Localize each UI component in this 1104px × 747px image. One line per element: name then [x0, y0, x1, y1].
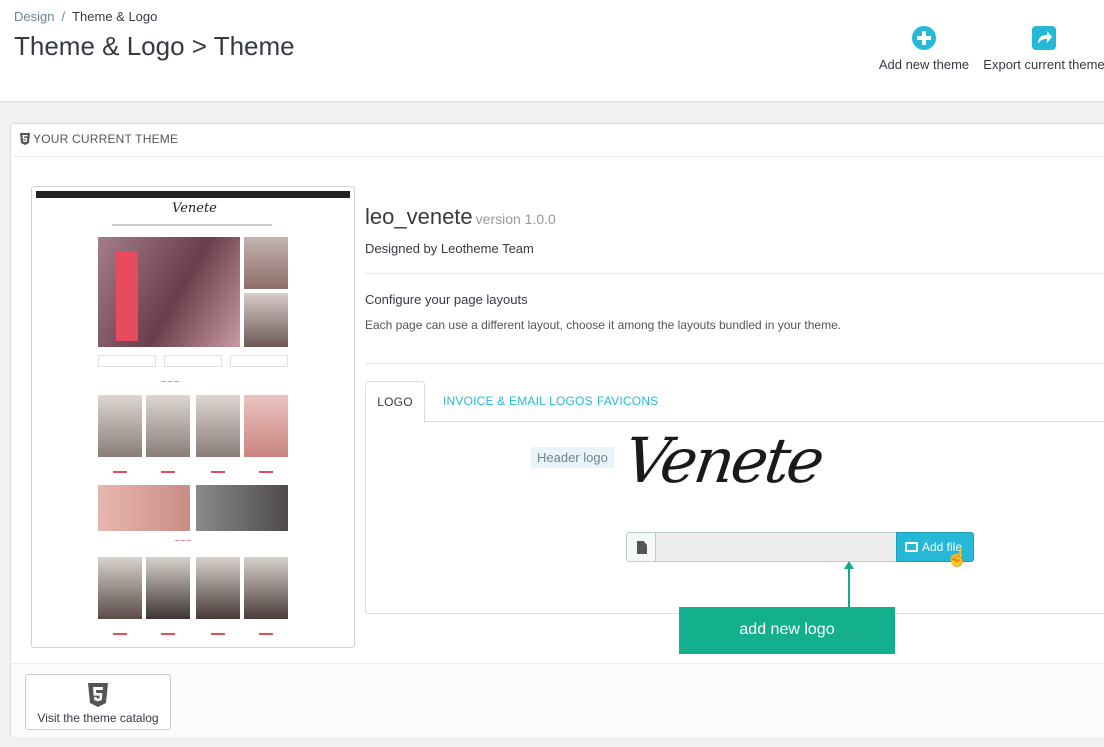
breadcrumb-separator: /	[61, 9, 66, 24]
panel-footer: Visit the theme catalog	[11, 663, 1104, 737]
theme-name: leo_venete version 1.0.0	[365, 204, 556, 230]
preview-product	[244, 395, 288, 457]
page-header: Design / Theme & Logo Theme & Logo > Theme…	[0, 0, 1104, 102]
layouts-description: Each page can use a different layout, ch…	[365, 318, 842, 332]
preview-feature-strip	[164, 355, 222, 367]
folder-open-icon	[905, 542, 918, 552]
preview-price	[211, 471, 225, 473]
preview-section-title: ~~~	[174, 537, 192, 545]
breadcrumb: Design / Theme & Logo	[14, 9, 157, 24]
page-title: Theme & Logo > Theme	[14, 31, 295, 61]
tab-favicons[interactable]: FAVICONS	[597, 381, 658, 422]
logo-file-upload: Add file	[626, 532, 974, 562]
share-icon	[1032, 26, 1056, 50]
annotation-callout: add new logo	[679, 607, 895, 654]
panel-heading-text: YOUR CURRENT THEME	[33, 132, 179, 146]
preview-price	[259, 633, 273, 635]
preview-product	[196, 557, 240, 619]
breadcrumb-parent-link[interactable]: Design	[14, 9, 54, 24]
theme-preview-image: Venete ~~~ ~~~	[31, 186, 355, 648]
divider	[365, 273, 1104, 274]
plus-circle-icon	[912, 26, 936, 50]
preview-price	[259, 471, 273, 473]
preview-price	[113, 471, 127, 473]
preview-promo-banner	[98, 485, 190, 531]
preview-hero-banner	[98, 237, 240, 347]
html5-icon	[20, 133, 30, 145]
preview-side-banner	[244, 237, 288, 289]
theme-version: version 1.0.0	[475, 211, 556, 227]
header-logo-image: Venete	[619, 424, 827, 497]
preview-product	[146, 557, 190, 619]
preview-product	[146, 395, 190, 457]
preview-price	[113, 633, 127, 635]
theme-author: Designed by Leotheme Team	[365, 241, 534, 256]
layouts-title: Configure your page layouts	[365, 292, 528, 307]
annotation-arrow	[848, 568, 850, 608]
html5-icon	[88, 683, 108, 707]
preview-section-title: ~~~	[160, 377, 181, 386]
preview-logo: Venete	[172, 201, 217, 216]
export-theme-label: Export current theme	[983, 57, 1104, 72]
preview-feature-strip	[230, 355, 288, 367]
file-addon	[626, 532, 656, 562]
preview-hero-accent	[116, 251, 138, 341]
preview-product	[244, 557, 288, 619]
preview-side-banner	[244, 293, 288, 347]
tab-logo[interactable]: LOGO	[365, 381, 425, 423]
preview-product	[196, 395, 240, 457]
preview-price	[161, 633, 175, 635]
preview-topbar	[36, 191, 350, 198]
theme-catalog-label: Visit the theme catalog	[37, 711, 159, 725]
tab-invoice-email-logos[interactable]: INVOICE & EMAIL LOGOS	[443, 381, 593, 422]
preview-price	[161, 471, 175, 473]
divider	[365, 363, 1104, 364]
theme-catalog-button[interactable]: Visit the theme catalog	[25, 674, 171, 730]
panel-heading: YOUR CURRENT THEME	[11, 124, 1104, 157]
current-theme-panel: YOUR CURRENT THEME Venete ~~~ ~~~ leo_ve…	[10, 123, 1104, 737]
preview-product	[98, 557, 142, 619]
preview-product	[98, 395, 142, 457]
preview-price	[211, 633, 225, 635]
add-new-theme-button[interactable]: Add new theme	[878, 26, 970, 72]
file-name-input[interactable]	[655, 532, 897, 562]
file-icon	[637, 541, 647, 554]
theme-name-text: leo_venete	[365, 204, 473, 229]
preview-feature-strip	[98, 355, 156, 367]
add-new-theme-label: Add new theme	[878, 57, 970, 72]
logo-tabs: LOGO INVOICE & EMAIL LOGOS FAVICONS	[365, 381, 1104, 423]
breadcrumb-current: Theme & Logo	[72, 9, 158, 24]
preview-nav	[112, 224, 272, 226]
export-theme-button[interactable]: Export current theme	[982, 26, 1104, 72]
hand-cursor-icon: ☝	[946, 547, 969, 567]
preview-promo-banner	[196, 485, 288, 531]
header-logo-label: Header logo	[531, 447, 614, 468]
